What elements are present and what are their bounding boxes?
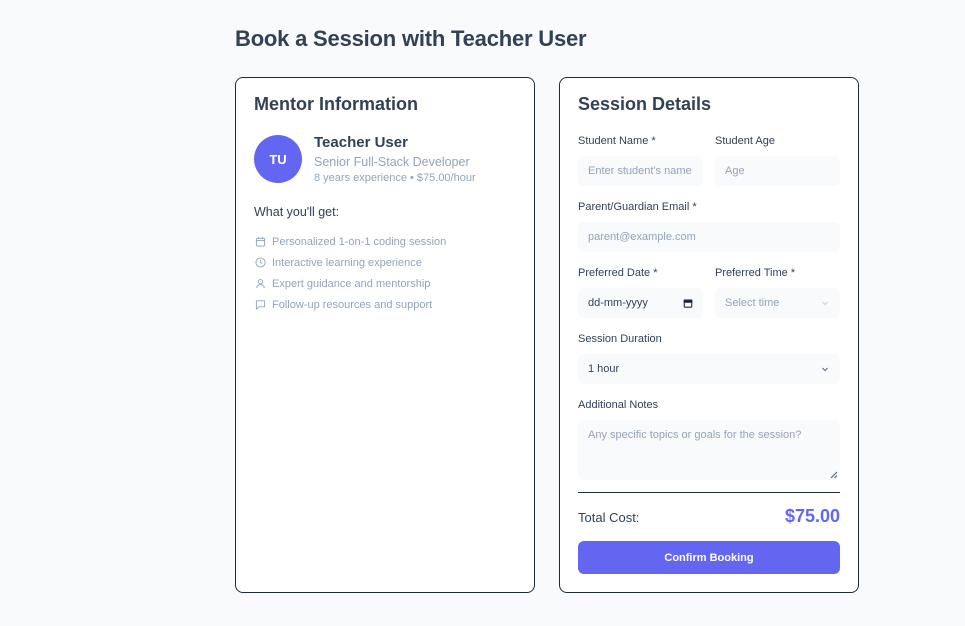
duration-select-text: 1 hour [588, 363, 620, 375]
list-item: Follow-up resources and support [254, 294, 446, 315]
student-name-label: Student Name * [578, 135, 656, 147]
total-cost-amount: $75.00 [784, 506, 840, 526]
avatar: TU [254, 135, 302, 183]
mentor-card-title: Mentor Information [254, 94, 418, 114]
benefit-label: Expert guidance and mentorship [272, 277, 431, 290]
total-cost-label: Total Cost: [578, 510, 640, 525]
duration-label: Session Duration [578, 333, 662, 345]
mentor-meta: 8 years experience • $75.00/hour [314, 172, 476, 184]
page-title: Book a Session with Teacher User [235, 26, 587, 51]
list-item: Expert guidance and mentorship [254, 273, 446, 294]
confirm-booking-button[interactable]: Confirm Booking [578, 541, 840, 574]
list-item: Personalized 1-on-1 coding session [254, 231, 446, 252]
session-card-title: Session Details [578, 94, 712, 114]
email-field[interactable]: parent@example.com [578, 222, 840, 252]
duration-select[interactable]: 1 hour [578, 354, 840, 384]
date-input[interactable]: dd-mm-yyyy [578, 288, 703, 318]
benefits-heading: What you'll get: [254, 205, 340, 219]
mentor-role: Senior Full-Stack Developer [314, 155, 470, 169]
mentor-name: Teacher User [314, 134, 408, 151]
time-select-text: Select time [725, 297, 780, 309]
benefit-label: Follow-up resources and support [272, 298, 433, 311]
chevron-down-icon [820, 298, 830, 308]
notes-textarea[interactable]: Any specific topics or goals for the ses… [578, 420, 840, 480]
mentor-info-card: Mentor Information TU Teacher User Senio… [235, 77, 535, 593]
resize-handle-icon[interactable] [830, 470, 838, 479]
time-select[interactable]: Select time [715, 288, 840, 318]
email-label: Parent/Guardian Email * [578, 201, 697, 213]
user-icon [254, 278, 266, 290]
notes-label: Additional Notes [578, 399, 659, 411]
calendar-icon [254, 236, 266, 248]
student-age-input[interactable]: Age [715, 156, 840, 186]
session-details-card: Session Details Student Name * Enter stu… [559, 77, 859, 593]
benefits-list: Personalized 1-on-1 coding session Inter… [254, 231, 446, 315]
benefit-label: Personalized 1-on-1 coding session [272, 235, 447, 248]
clock-icon [254, 257, 266, 269]
calendar-icon[interactable] [683, 298, 693, 308]
date-label: Preferred Date * [578, 267, 658, 279]
date-input-text: dd-mm-yyyy [588, 297, 648, 309]
benefit-label: Interactive learning experience [272, 256, 422, 269]
notes-placeholder: Any specific topics or goals for the ses… [588, 429, 802, 441]
student-age-label: Student Age [715, 135, 775, 147]
time-label: Preferred Time * [715, 267, 796, 279]
list-item: Interactive learning experience [254, 252, 446, 273]
chat-icon [254, 299, 266, 311]
student-name-input[interactable]: Enter student's name [578, 156, 703, 186]
chevron-down-icon [820, 364, 830, 374]
divider [578, 492, 840, 493]
